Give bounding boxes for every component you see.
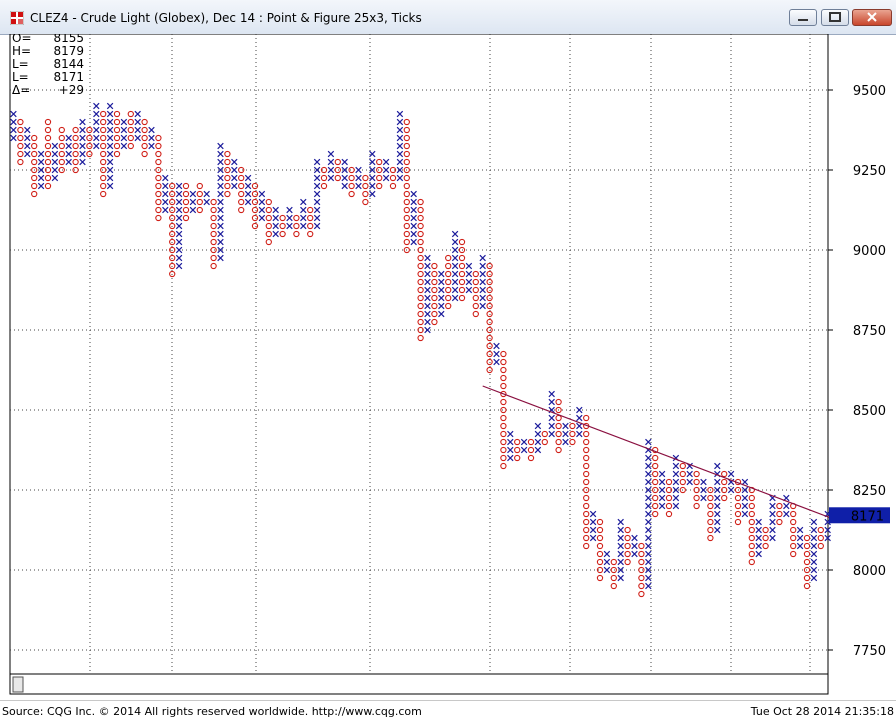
minimize-icon [798,19,808,21]
ohlc-value: 8179 [53,44,84,58]
maximize-icon [829,12,841,22]
footer-bar: Source: CQG Inc. © 2014 All rights reser… [0,700,896,721]
y-tick-label: 8250 [853,484,886,499]
ohlc-label: L= [12,57,29,71]
price-tag-value: 8171 [851,509,884,524]
minimize-button[interactable] [789,9,817,26]
plot-area [9,34,829,675]
maximize-button[interactable] [821,9,849,26]
y-tick-label: 8500 [853,404,886,419]
window-title-bar[interactable]: CLEZ4 - Crude Light (Globex), Dec 14 : P… [0,0,896,35]
cqg-app-icon [10,11,24,25]
last-price-tag: 8171 [829,507,890,524]
close-icon [867,12,877,22]
close-button[interactable] [852,9,892,26]
time-axis-band [9,673,829,695]
y-tick-label: 9000 [853,244,886,259]
scroll-handle[interactable] [12,676,24,693]
y-tick-label: 7750 [853,644,886,659]
y-tick-label: 8000 [853,564,886,579]
y-tick-label: 9250 [853,164,886,179]
chart-area[interactable]: 95009250900087508500825080007750 19-02:2… [0,34,896,700]
ohlc-value: 8144 [53,57,84,71]
pnf-chart[interactable]: 95009250900087508500825080007750 19-02:2… [0,34,896,700]
ohlc-label: Δ= [12,83,30,97]
ohlc-value: 8171 [53,70,84,84]
y-tick-label: 9500 [853,84,886,99]
ohlc-label: L= [12,70,29,84]
timestamp: Tue Oct 28 2014 21:35:18 [750,705,894,718]
window-title: CLEZ4 - Crude Light (Globex), Dec 14 : P… [30,11,422,25]
ohlc-value: +29 [59,83,84,97]
y-axis: 9500 9250 9000 8750 8500 8250 8000 7750 [828,84,886,659]
source-credit: Source: CQG Inc. © 2014 All rights reser… [2,705,422,718]
ohlc-label: H= [12,44,31,58]
y-tick-label: 8750 [853,324,886,339]
